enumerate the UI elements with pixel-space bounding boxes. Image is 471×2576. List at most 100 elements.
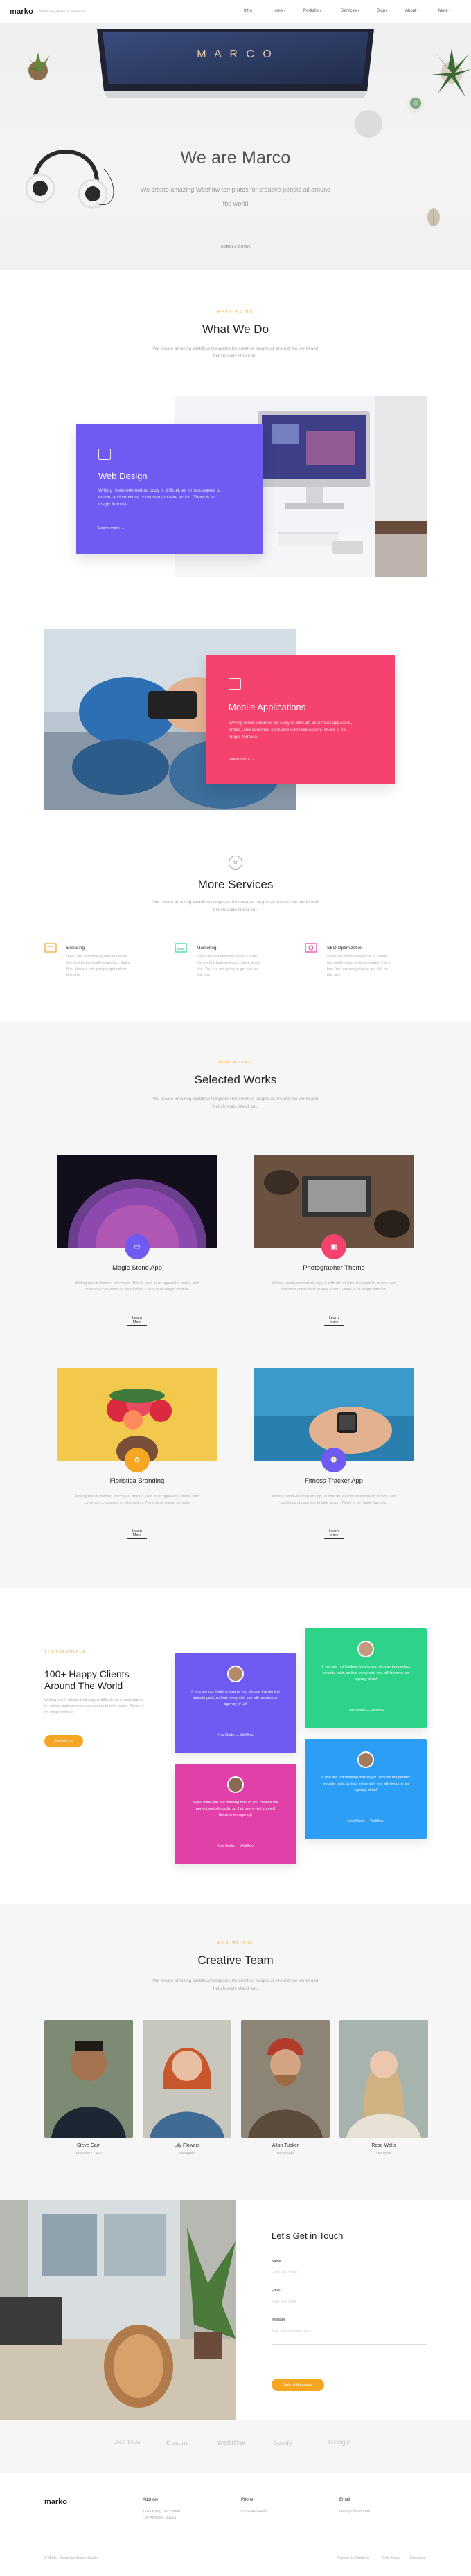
- testimonial-quote: If you are not thinking how to you choos…: [321, 1665, 410, 1682]
- message-field[interactable]: Type your message here...: [272, 2329, 427, 2333]
- testimonial-author: Lisa Marks — Webflow: [217, 1844, 254, 1848]
- nav-item-more[interactable]: More ▾: [438, 9, 450, 13]
- testimonial-quote: If you think you are thinking how to you…: [193, 1801, 278, 1817]
- work-image-fitness[interactable]: [254, 1368, 414, 1461]
- monitor-image: M A R C O: [97, 29, 374, 105]
- scroll-down-link[interactable]: SCROLL DOWN: [216, 245, 255, 251]
- avatar: [357, 1641, 374, 1657]
- team-member-name: Rose Wells: [371, 2143, 396, 2148]
- chevron-down-icon: ▾: [417, 9, 419, 12]
- email-field[interactable]: Enter your email: [272, 2300, 427, 2304]
- service-card-mobile-apps[interactable]: Mobile Applications Writing result-orien…: [206, 655, 395, 784]
- nav-item-portfolio[interactable]: Portfolio ▾: [303, 9, 321, 13]
- avatar: [357, 1751, 374, 1768]
- testimonial-quote: If you are not thinking how to you choos…: [321, 1776, 410, 1792]
- section-description: We create amazing Webflow templates for …: [152, 1979, 319, 1991]
- nav-item-home[interactable]: Home ▾: [272, 9, 285, 13]
- footer-phone[interactable]: (265) 448 4493: [241, 2509, 267, 2515]
- service-title: Branding: [66, 946, 85, 951]
- team-member-role: Founder / CEO: [75, 2152, 102, 2156]
- headphones-image: [21, 127, 125, 217]
- client-logo-ipsum: LOGO IPSUM: [114, 2441, 141, 2445]
- section-description: We create amazing Webflow templates for …: [152, 1097, 319, 1109]
- submit-button[interactable]: Submit Message: [272, 2379, 324, 2391]
- work-image-magic-stone[interactable]: [57, 1155, 217, 1248]
- name-field[interactable]: Enter your name: [272, 2271, 427, 2275]
- work-title: Photographer Theme: [303, 1264, 365, 1272]
- section-title: More Services: [197, 878, 274, 891]
- chevron-down-icon: ▾: [386, 9, 388, 12]
- footer-logo[interactable]: marko: [44, 2498, 67, 2506]
- learn-more-link[interactable]: Learn More: [127, 1529, 147, 1539]
- team-member-role: Designer: [375, 2152, 391, 2156]
- testimonial-author: Lisa Marks — Webflow: [348, 1819, 384, 1823]
- work-title: Floristica Branding: [109, 1477, 165, 1485]
- team-member-name: Allan Tucker: [272, 2143, 299, 2148]
- learn-more-link[interactable]: Learn More: [324, 1529, 344, 1539]
- leaf-image: [424, 207, 443, 228]
- form-label: Email: [272, 2289, 281, 2293]
- nav-item-services[interactable]: Services ▾: [341, 9, 359, 13]
- work-description: Writing result-oriented ad copy is diffi…: [75, 1281, 199, 1292]
- footer-email[interactable]: hello@marco.com: [339, 2509, 370, 2515]
- work-description: Writing result-oriented ad copy is diffi…: [75, 1495, 199, 1505]
- section-description: We create amazing Webflow templates for …: [152, 346, 319, 359]
- work-badge-icon: ✿: [125, 1448, 150, 1472]
- branding-icon: [44, 943, 57, 953]
- avatar: [227, 1666, 244, 1682]
- contact-title: Let's Get in Touch: [272, 2231, 344, 2241]
- chevron-down-icon: ▾: [319, 9, 321, 12]
- brand-logo[interactable]: marko: [10, 8, 33, 16]
- section-description: We create amazing Webflow templates for …: [152, 900, 319, 912]
- plant-left-image: [21, 51, 55, 86]
- footer-link[interactable]: Licensing: [410, 2556, 425, 2560]
- team-photo: [44, 2020, 133, 2138]
- client-logo-google: Google: [328, 2439, 351, 2447]
- testimonial-author: Leah Marks — Webflow: [347, 1709, 384, 1713]
- divider: [272, 2344, 427, 2345]
- testimonial-card: If you are not thinking how to you choos…: [305, 1628, 427, 1728]
- avatar: [227, 1776, 244, 1793]
- learn-more-link[interactable]: Learn More: [127, 1316, 147, 1326]
- learn-more-link[interactable]: Learn More: [324, 1316, 344, 1326]
- top-navbar: marko Outstanding theme for freelancers …: [0, 0, 471, 24]
- seo-icon: [305, 943, 317, 953]
- hero-title: We are Marco: [180, 148, 291, 168]
- learn-more-link[interactable]: Learn more →: [229, 757, 256, 762]
- card-title: Mobile Applications: [229, 702, 306, 712]
- footer-column-title: Email: [339, 2498, 350, 2502]
- contact-us-button[interactable]: Contact Us: [44, 1735, 83, 1747]
- work-image-photographer[interactable]: [254, 1155, 414, 1248]
- nav-item-about[interactable]: About ▾: [405, 9, 418, 13]
- testimonial-quote: If you are not thinking how to you choos…: [191, 1690, 280, 1706]
- nav-item-intro[interactable]: Intro: [244, 9, 252, 13]
- work-title: Magic Stone App: [112, 1264, 162, 1272]
- work-image-floristica[interactable]: [57, 1368, 217, 1461]
- document-icon: [229, 678, 241, 690]
- testimonial-card: If you think you are thinking how to you…: [175, 1764, 296, 1864]
- form-label: Message: [272, 2318, 286, 2322]
- section-title: Selected Works: [194, 1073, 277, 1086]
- footer-link[interactable]: Powered by Webflow: [337, 2556, 369, 2560]
- card-title: Web Design: [98, 471, 148, 481]
- work-badge-icon: ▣: [321, 1234, 346, 1259]
- section-title: Creative Team: [197, 1954, 274, 1967]
- settings-circle-icon: ⚙: [229, 856, 242, 870]
- team-member-name: Lily Flowers: [174, 2143, 200, 2148]
- work-description: Writing result-oriented ad copy is diffi…: [272, 1281, 396, 1292]
- service-title: Marketing: [197, 946, 217, 951]
- nav-item-blog[interactable]: Blog ▾: [377, 9, 388, 13]
- hero-section: M A R C O We are Marco We create amazing…: [0, 24, 471, 270]
- browser-icon: [98, 449, 111, 460]
- team-photo: [241, 2020, 330, 2138]
- service-card-web-design[interactable]: Web Design Writing result-oriented ad co…: [76, 424, 263, 554]
- team-photo: [143, 2020, 231, 2138]
- footer-link[interactable]: Style Guide: [382, 2556, 400, 2560]
- section-title: What We Do: [202, 323, 269, 336]
- team-member-role: Developer: [276, 2152, 294, 2156]
- learn-more-link[interactable]: Learn more →: [98, 526, 125, 530]
- card-text: Writing result-oriented ad copy is diffi…: [229, 721, 353, 739]
- section-label: TESTIMONIALS: [44, 1650, 87, 1655]
- hero-subtitle: We create amazing Webflow templates for …: [140, 186, 331, 207]
- team-photo: [339, 2020, 428, 2138]
